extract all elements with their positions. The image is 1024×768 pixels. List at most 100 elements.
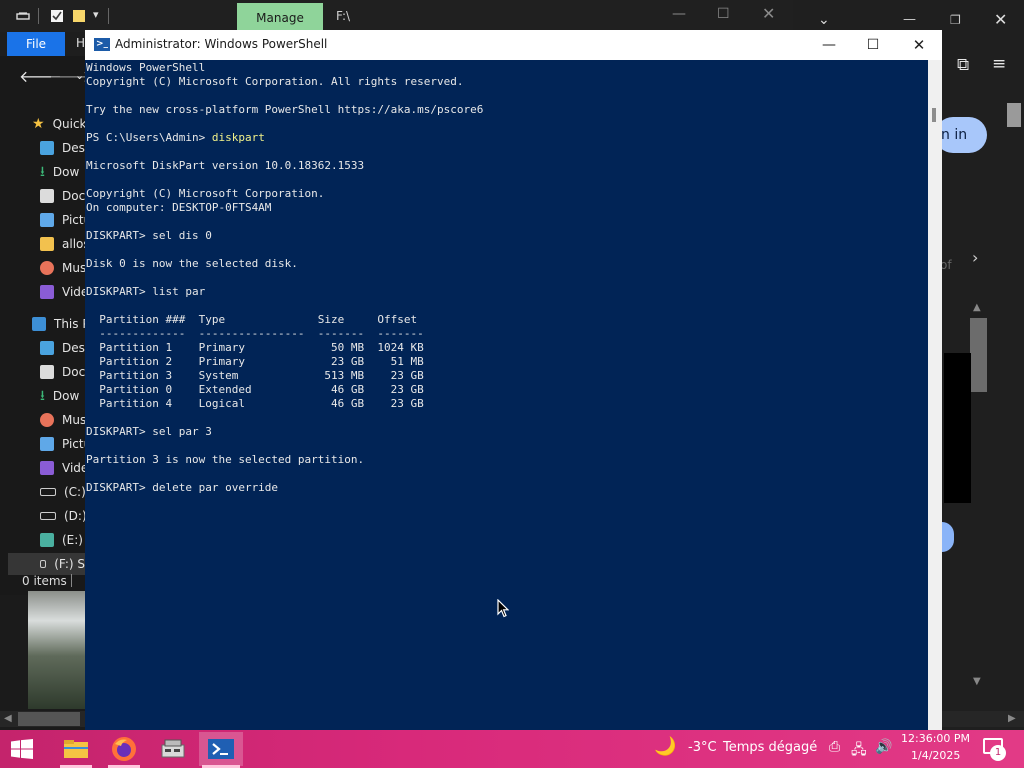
explorer-close-button[interactable]: ✕ — [762, 4, 775, 23]
moon-weather-icon[interactable]: 🌙 — [654, 736, 676, 757]
weather-temperature[interactable]: -3°C — [688, 740, 717, 755]
sign-in-button[interactable]: n in — [935, 117, 987, 153]
terminal-line: Partition 3 is now the selected partitio… — [86, 453, 365, 466]
terminal-line: Partition ### Type Size Offset — [86, 313, 418, 326]
sidebar-item-label: Mus — [62, 261, 85, 275]
terminal-line: Copyright (C) Microsoft Corporation. All… — [86, 75, 464, 88]
terminal-line: Partition 0 Extended 46 GB 23 GB — [86, 383, 424, 396]
scroll-up-icon[interactable]: ▲ — [973, 302, 981, 313]
sidebar-item-label: Dow — [52, 389, 80, 403]
scroll-down-icon[interactable]: ▼ — [973, 676, 981, 687]
recent-locations-chevron-icon[interactable]: ⌄ — [75, 69, 84, 82]
windows-start-icon[interactable] — [11, 739, 33, 759]
sidebar-item-documents[interactable]: Docu — [40, 185, 85, 207]
weather-description[interactable]: Temps dégagé — [723, 740, 817, 755]
sidebar-item-drive-d[interactable]: (D:) I — [40, 505, 85, 527]
sidebar-item-quick-access[interactable]: ★ Quick — [32, 113, 85, 135]
sidebar-item-music-pc[interactable]: Mus — [40, 409, 85, 431]
menu-icon[interactable]: ≡ — [992, 54, 1006, 74]
sidebar-item-downloads-pc[interactable]: ⭳ Dow — [40, 385, 79, 407]
sidebar-item-label: Vide — [62, 285, 85, 299]
browser-minimize-button[interactable]: — — [903, 12, 916, 27]
sidebar-item-videos-pc[interactable]: Vide — [40, 457, 85, 479]
scroll-left-icon[interactable]: ◀ — [4, 713, 12, 724]
tab-file[interactable]: File — [7, 32, 65, 56]
qat-separator — [38, 8, 39, 24]
scroll-right-icon[interactable]: ▶ — [1008, 713, 1016, 724]
tab-home[interactable]: H — [76, 36, 85, 50]
sidebar-item-downloads[interactable]: ⭳ Dow — [40, 161, 79, 183]
sidebar-item-this-pc[interactable]: This P — [32, 313, 85, 335]
powershell-taskbar-icon[interactable] — [199, 732, 243, 766]
window-title: Administrator: Windows PowerShell — [115, 37, 328, 51]
browser-inner-scrollbar-thumb[interactable] — [970, 318, 987, 392]
new-folder-icon[interactable] — [72, 9, 86, 23]
firefox-taskbar-icon[interactable] — [102, 732, 146, 766]
sidebar-item-documents-pc[interactable]: Docu — [40, 361, 85, 383]
terminal-line: Partition 2 Primary 23 GB 51 MB — [86, 355, 424, 368]
network-icon[interactable]: 🖧 — [851, 739, 867, 763]
pictures-icon — [40, 213, 54, 227]
sidebar-item-label: (D:) I — [64, 509, 85, 523]
drive-icon[interactable] — [16, 9, 30, 23]
chevron-right-icon[interactable]: › — [972, 248, 978, 267]
terminal-line: DISKPART> sel par 3 — [86, 425, 212, 438]
terminal-line: Windows PowerShell — [86, 61, 206, 74]
powershell-titlebar[interactable]: >_ Administrator: Windows PowerShell — ☐… — [85, 30, 942, 60]
volume-icon[interactable]: 🔊 — [875, 739, 892, 755]
sidebar-item-label: Pictu — [62, 437, 85, 451]
document-icon — [40, 365, 54, 379]
sidebar-item-drive-c[interactable]: (C:) — [40, 481, 85, 503]
browser-scrollbar-thumb[interactable] — [1007, 103, 1021, 127]
drive-icon — [40, 560, 47, 568]
sidebar-item-label: allos — [62, 237, 85, 251]
minimize-button[interactable]: — — [809, 34, 849, 56]
pictures-icon — [40, 437, 54, 451]
file-explorer-taskbar-icon[interactable] — [54, 732, 98, 766]
properties-icon[interactable] — [50, 9, 64, 23]
browser-close-button[interactable]: ✕ — [994, 10, 1007, 29]
sidebar-item-desktop-pc[interactable]: Desk — [40, 337, 85, 359]
qat-separator — [108, 8, 109, 24]
explorer-title-path: F:\ — [336, 9, 351, 23]
sidebar-item-label: (F:) S — [54, 557, 85, 571]
console-scrollbar[interactable] — [928, 60, 942, 736]
extensions-icon[interactable]: ⧉ — [957, 55, 969, 75]
explorer-maximize-button[interactable]: ☐ — [717, 6, 730, 22]
tab-manage[interactable]: Manage — [237, 3, 323, 32]
drive-tool-taskbar-icon[interactable] — [151, 732, 195, 766]
sidebar-item-drive-f[interactable]: (F:) S — [8, 553, 85, 575]
qat-dropdown-icon[interactable]: ▾ — [93, 8, 107, 22]
sidebar-item-label: Docu — [62, 189, 85, 203]
sidebar-item-label: Dow — [52, 165, 80, 179]
sidebar-item-music[interactable]: Mus — [40, 257, 85, 279]
desktop-icon — [40, 341, 54, 355]
clock-time[interactable]: 12:36:00 PM — [901, 732, 970, 745]
console-output[interactable]: Windows PowerShell Copyright (C) Microso… — [85, 60, 928, 736]
mouse-cursor-icon — [497, 599, 509, 618]
sidebar-item-pictures-pc[interactable]: Pictu — [40, 433, 85, 455]
clock-date[interactable]: 1/4/2025 — [911, 749, 960, 762]
maximize-button[interactable]: ☐ — [853, 34, 893, 56]
powershell-window: >_ Administrator: Windows PowerShell — ☐… — [85, 30, 942, 736]
terminal-line: DISKPART> sel dis 0 — [86, 229, 212, 242]
music-icon — [40, 413, 54, 427]
chevron-down-icon[interactable]: ⌄ — [818, 12, 830, 28]
video-icon — [40, 461, 54, 475]
console-scrollbar-thumb[interactable] — [932, 108, 936, 122]
sidebar-item-label: Docu — [62, 365, 85, 379]
notification-count-badge: 1 — [990, 745, 1006, 761]
sidebar-item-drive-e[interactable]: (E:) C — [40, 529, 85, 551]
browser-restore-button[interactable]: ❐ — [950, 13, 961, 27]
sidebar-item-pictures[interactable]: Pictu — [40, 209, 85, 231]
usb-device-icon[interactable]: ⎙ — [829, 739, 840, 755]
sidebar-item-allos[interactable]: allos — [40, 233, 85, 255]
horizontal-scrollbar-thumb[interactable] — [18, 712, 80, 726]
close-button[interactable]: ✕ — [899, 34, 939, 56]
browser-media-panel — [944, 353, 971, 503]
explorer-minimize-button[interactable]: — — [672, 6, 686, 22]
sidebar-item-desktop[interactable]: Desk — [40, 137, 85, 159]
sidebar-item-videos[interactable]: Vide — [40, 281, 85, 303]
sidebar-item-label: (C:) — [64, 485, 85, 499]
terminal-line: ------------- ---------------- ------- -… — [86, 327, 424, 340]
